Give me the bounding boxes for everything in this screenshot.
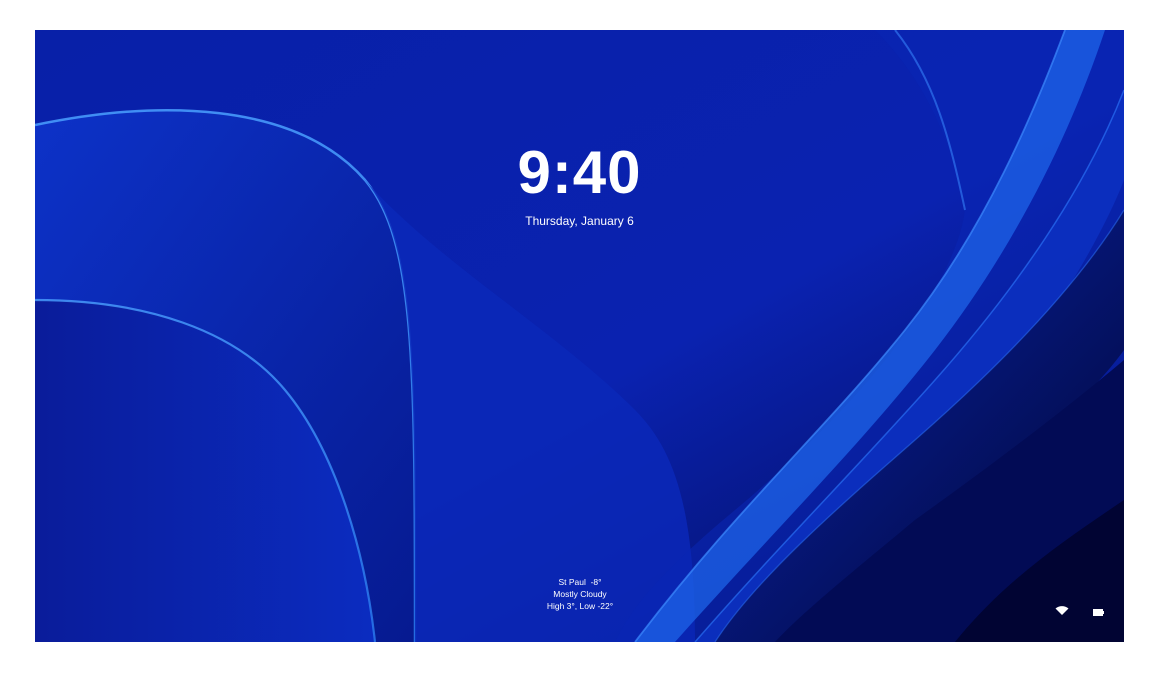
weather-high-low: High 3°, Low -22° <box>546 601 614 611</box>
weather-location-temp: St Paul -8° <box>558 577 602 587</box>
weather-widget[interactable]: St Paul -8° Mostly Cloudy High 3°, Low -… <box>515 576 645 612</box>
lock-date: Thursday, January 6 <box>525 214 634 228</box>
wifi-icon[interactable] <box>1055 603 1069 621</box>
lock-screen[interactable]: 9:40 Thursday, January 6 St Paul -8° Mos… <box>35 30 1124 642</box>
battery-icon[interactable] <box>1093 603 1104 621</box>
status-tray <box>1031 604 1104 620</box>
bloom-wallpaper <box>35 30 1124 642</box>
lock-time: 9:40 <box>517 139 642 206</box>
weather-condition: Mostly Cloudy <box>553 589 607 599</box>
